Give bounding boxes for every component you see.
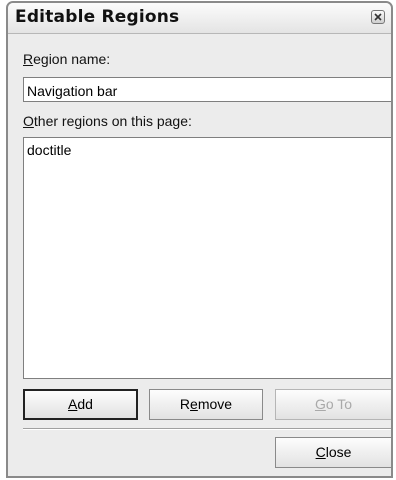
- region-name-label-text: egion name:: [33, 51, 111, 67]
- region-name-input[interactable]: [23, 77, 391, 102]
- editable-regions-dialog: Editable Regions Region name: Other regi…: [6, 1, 393, 478]
- add-button-mnemonic: A: [68, 396, 78, 412]
- close-icon[interactable]: [371, 10, 385, 24]
- remove-button-label-start: R: [179, 396, 191, 412]
- separator: [23, 428, 391, 430]
- remove-button-mnemonic: e: [190, 396, 198, 412]
- close-button-mnemonic: C: [315, 444, 326, 460]
- go-to-button-mnemonic: G: [314, 396, 326, 412]
- region-name-mnemonic: R: [23, 51, 34, 67]
- go-to-button-label: o To: [325, 396, 353, 412]
- other-regions-label-text: ther regions on this page:: [33, 113, 192, 129]
- remove-button[interactable]: Remove: [149, 389, 263, 420]
- other-regions-list[interactable]: doctitle: [23, 137, 391, 379]
- other-regions-mnemonic: O: [23, 113, 34, 129]
- close-button-label: lose: [325, 444, 352, 460]
- remove-button-label-end: move: [197, 396, 233, 412]
- go-to-button[interactable]: Go To: [275, 389, 391, 420]
- region-name-label: Region name:: [23, 51, 110, 67]
- title-bar: Editable Regions: [8, 3, 391, 34]
- dialog-title: Editable Regions: [15, 7, 180, 27]
- other-regions-label: Other regions on this page:: [23, 113, 192, 129]
- close-button[interactable]: Close: [275, 437, 391, 468]
- add-button-label: dd: [77, 396, 93, 412]
- add-button[interactable]: Add: [23, 389, 138, 420]
- list-item[interactable]: doctitle: [27, 142, 71, 158]
